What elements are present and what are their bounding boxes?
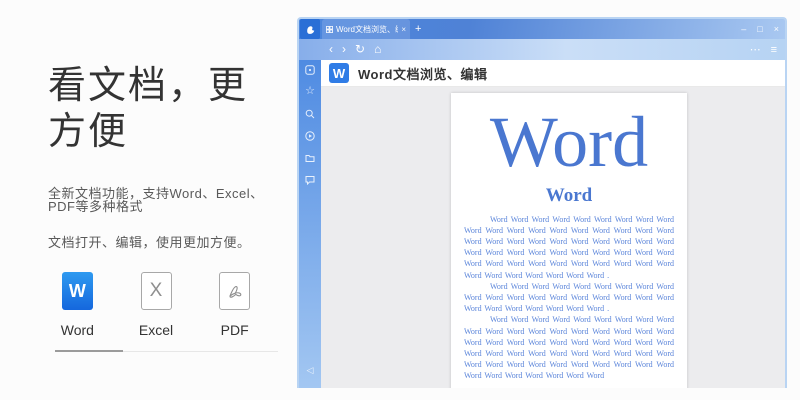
close-button[interactable]: ×	[774, 24, 779, 34]
browser-sidebar: ☆ ◁	[299, 60, 321, 388]
browser-logo-icon[interactable]	[300, 19, 320, 39]
excel-file-icon: X	[141, 272, 172, 310]
forward-button[interactable]: ›	[342, 39, 346, 60]
document-paragraph: Word Word Word Word Word Word Word Word …	[464, 314, 674, 381]
menu-icon[interactable]: ≡	[771, 44, 777, 56]
word-file-icon: W	[62, 272, 93, 310]
page-title: 看文档，更方便	[48, 64, 286, 155]
tab-close-icon[interactable]: ×	[401, 25, 406, 34]
format-tab-word-label: Word	[61, 322, 94, 338]
excel-icon-letter: X	[150, 280, 163, 302]
document-subtitle: Word	[464, 185, 674, 207]
document-paragraph: Word Word Word Word Word Word Word Word …	[464, 281, 674, 315]
pdf-acrobat-icon	[219, 272, 250, 310]
more-options-icon[interactable]: ⋯	[750, 43, 761, 56]
document-page: Word Word Word Word Word Word Word Word …	[451, 93, 687, 388]
document-title: Word	[464, 105, 674, 181]
document-header-title: Word文档浏览、编辑	[358, 64, 487, 83]
format-tab-excel[interactable]: X Excel	[117, 272, 196, 338]
search-icon[interactable]	[305, 108, 316, 119]
back-button[interactable]: ‹	[329, 39, 333, 60]
active-tab-indicator	[55, 350, 123, 352]
word-icon-letter: W	[69, 281, 86, 302]
browser-navbar: ‹ › ↻ ⌂ ⋯ ≡	[299, 39, 785, 60]
folder-icon[interactable]	[305, 152, 316, 163]
document-viewer[interactable]: Word Word Word Word Word Word Word Word …	[321, 87, 785, 388]
window-controls: – □ ×	[741, 19, 779, 39]
format-tab-word[interactable]: W Word	[38, 272, 117, 338]
promo-description: 全新文档功能，支持Word、Excel、PDF等多种格式 文档打开、编辑，使用更…	[48, 187, 286, 249]
promo-description-line2: 文档打开、编辑，使用更加方便。	[48, 236, 286, 249]
tab-title: Word文档浏览、编辑	[336, 24, 398, 35]
minimize-button[interactable]: –	[741, 24, 746, 34]
browser-window: Word文档浏览、编辑 × + – □ × ‹ › ↻ ⌂ ⋯ ≡ ☆	[297, 17, 787, 388]
format-tab-excel-label: Excel	[139, 322, 173, 338]
document-body: Word Word Word Word Word Word Word Word …	[464, 214, 674, 382]
tab-grid-icon	[326, 26, 333, 33]
format-tabs-divider	[55, 351, 278, 352]
home-button[interactable]: ⌂	[374, 39, 381, 60]
promo-description-line1: 全新文档功能，支持Word、Excel、PDF等多种格式	[48, 187, 286, 213]
video-play-icon[interactable]	[305, 130, 316, 141]
promo-panel: 看文档，更方便 全新文档功能，支持Word、Excel、PDF等多种格式 文档打…	[48, 64, 286, 352]
apps-icon[interactable]	[305, 64, 316, 75]
document-paragraph: Word Word Word Word Word Word Word Word …	[464, 214, 674, 281]
word-badge-icon: W	[329, 63, 349, 83]
sidebar-collapse-icon[interactable]: ◁	[299, 365, 321, 376]
refresh-button[interactable]: ↻	[355, 39, 365, 60]
browser-main-area: W Word文档浏览、编辑 Word Word Word Word Word W…	[321, 60, 785, 388]
format-tabs: W Word X Excel PDF	[38, 272, 274, 338]
chat-icon[interactable]	[305, 174, 316, 185]
document-header-bar: W Word文档浏览、编辑	[321, 60, 785, 87]
browser-tab-active[interactable]: Word文档浏览、编辑 ×	[322, 19, 410, 39]
maximize-button[interactable]: □	[757, 24, 762, 34]
new-tab-button[interactable]: +	[415, 22, 421, 36]
navbar-right-buttons: ⋯ ≡	[750, 39, 777, 60]
format-tab-pdf[interactable]: PDF	[195, 272, 274, 338]
favorites-star-icon[interactable]: ☆	[305, 86, 316, 97]
format-tab-pdf-label: PDF	[221, 322, 249, 338]
browser-body: ☆ ◁ W Word文档浏览、编辑 Word	[299, 60, 785, 388]
browser-tabbar: Word文档浏览、编辑 × + – □ ×	[299, 19, 785, 39]
